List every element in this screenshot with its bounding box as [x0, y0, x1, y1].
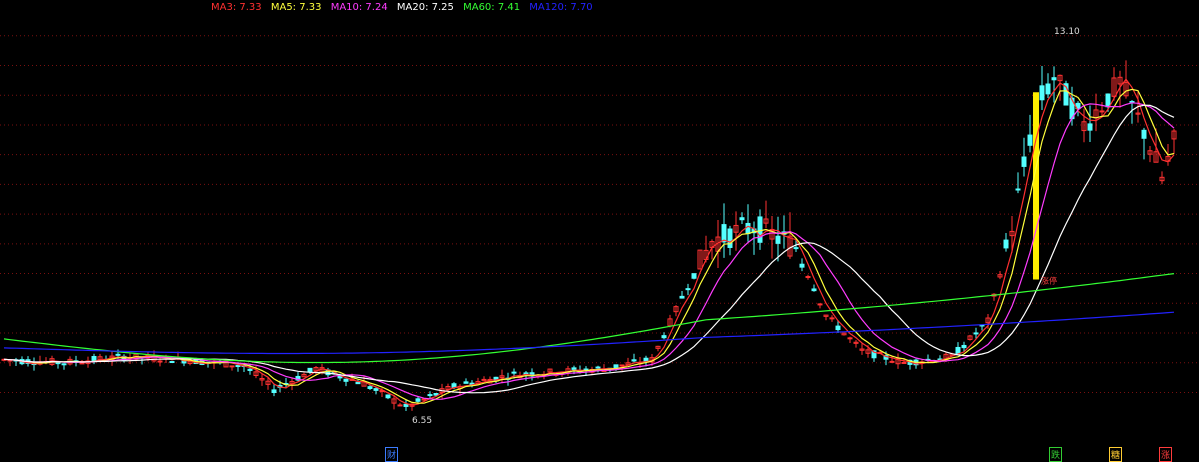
ma5-line [3, 88, 1175, 404]
candle-body [847, 337, 853, 340]
legend-ma10: MA10: 7.24 [330, 2, 388, 13]
ma20-line [3, 104, 1175, 394]
candle-body [661, 335, 667, 339]
moving-average-lines [3, 78, 1175, 406]
candle-body [307, 367, 313, 373]
candle-body [1045, 83, 1051, 95]
candle-body [571, 367, 577, 370]
candle-body [685, 288, 691, 291]
candle-body [631, 359, 637, 362]
candle-body [415, 398, 421, 402]
legend-ma60: MA60: 7.41 [463, 2, 521, 13]
candle-body [595, 366, 601, 369]
grid-lines [0, 35, 1199, 393]
candle-body [793, 247, 799, 250]
candle-body [433, 393, 439, 396]
candle-body [397, 404, 403, 407]
candle-body [679, 295, 685, 299]
candle-body [169, 361, 175, 364]
candle-body [799, 263, 805, 268]
candle-body [91, 356, 97, 362]
candle-body [727, 228, 733, 248]
candle-body [1099, 110, 1105, 113]
candle-body [691, 273, 697, 279]
candle-body [511, 371, 517, 374]
candle-body [1027, 134, 1033, 146]
candle-body [481, 378, 487, 381]
candle-body [427, 394, 433, 397]
candle-body [247, 368, 253, 371]
legend-ma20: MA20: 7.25 [396, 2, 454, 13]
high-price-label: 13.10 [1054, 27, 1080, 37]
candle-body [403, 403, 409, 407]
candle-body [745, 222, 751, 235]
candle-body [157, 360, 163, 363]
candle-body [1087, 123, 1093, 131]
candle-body [829, 317, 835, 320]
ma60-line [3, 273, 1175, 364]
candle-body [1105, 93, 1111, 108]
candle-body [805, 276, 811, 279]
candle-body [817, 303, 823, 306]
candlestick-chart: 13.10 6.55 涨停 [0, 27, 1199, 426]
candle-body [463, 381, 469, 384]
candle-body [61, 363, 67, 366]
candle-body [235, 365, 241, 368]
candle-body [901, 361, 907, 364]
legend-ma120: MA120: 7.70 [529, 2, 593, 13]
candle-body [421, 398, 427, 401]
candle-body [1021, 156, 1027, 167]
candle-body [271, 389, 277, 394]
candle-body [79, 362, 85, 365]
candle-body [385, 394, 391, 399]
candle-body [955, 346, 961, 355]
candle-body [757, 216, 763, 243]
candle-body [721, 224, 727, 243]
ma3-line [3, 78, 1175, 406]
candle-body [229, 365, 235, 368]
ma-legend: MA3: 7.33 MA5: 7.33 MA10: 7.24 MA20: 7.2… [211, 2, 599, 13]
candle-body [115, 353, 121, 356]
candle-body [1015, 188, 1021, 191]
ma10-line [3, 102, 1175, 400]
candle-body [367, 386, 373, 390]
candle-body [811, 288, 817, 292]
candle-body [739, 217, 745, 221]
candle-body [1051, 77, 1057, 81]
candle-body [1141, 129, 1147, 139]
candle-body [961, 344, 967, 349]
candle-body [343, 378, 349, 382]
candle-body [1003, 239, 1009, 249]
legend-ma3: MA3: 7.33 [211, 2, 262, 13]
candle-body [973, 332, 979, 335]
candle-body [889, 360, 895, 363]
candle-body [619, 364, 625, 367]
limit-up-label: 涨停 [1041, 276, 1057, 286]
candle-body [1039, 85, 1045, 101]
limit-up-bar [1033, 92, 1039, 280]
candle-body [373, 388, 379, 391]
legend-ma5: MA5: 7.33 [270, 2, 322, 13]
low-price-label: 6.55 [412, 416, 432, 426]
candle-body [613, 364, 619, 369]
candle-body [775, 235, 781, 244]
candle-body [835, 325, 841, 331]
candle-body [355, 381, 361, 385]
